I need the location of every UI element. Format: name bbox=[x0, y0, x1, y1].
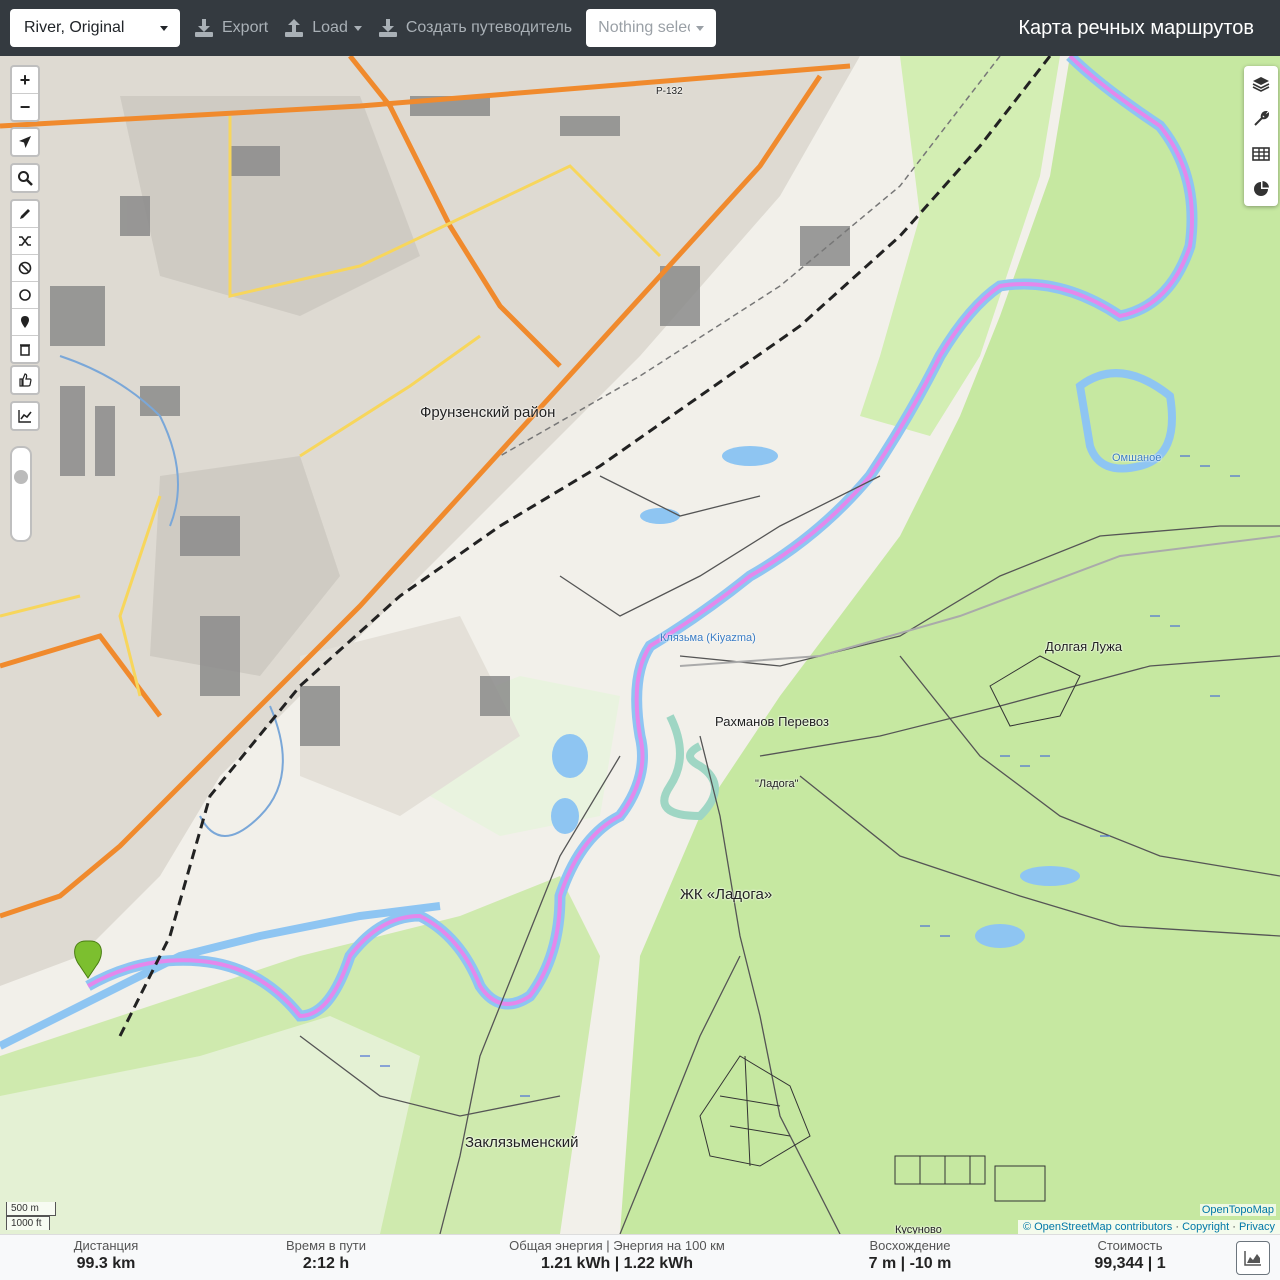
data-table-button[interactable] bbox=[1244, 136, 1278, 171]
load-button[interactable]: Load bbox=[276, 9, 370, 47]
line-chart-icon bbox=[18, 410, 32, 423]
circle-button[interactable] bbox=[12, 282, 38, 309]
stat-cost-value: 99,344 | 1 bbox=[1094, 1255, 1166, 1272]
opacity-slider-handle[interactable] bbox=[14, 470, 28, 484]
selection-dropdown[interactable]: Nothing selected bbox=[586, 9, 717, 47]
wrench-icon bbox=[1254, 110, 1270, 126]
search-control bbox=[10, 163, 40, 193]
scale-metric: 500 m bbox=[6, 1202, 56, 1216]
stat-energy-label: Общая энергия | Энергия на 100 км bbox=[509, 1238, 725, 1253]
label-zaklyazmensky: Заклязьменский bbox=[465, 1134, 579, 1151]
osm-contributors-link[interactable]: © OpenStreetMap contributors bbox=[1023, 1221, 1172, 1233]
layers-icon bbox=[1252, 76, 1270, 92]
elevation-chart-button[interactable] bbox=[12, 403, 38, 429]
profile-select-value: River, Original bbox=[24, 19, 125, 36]
shuffle-icon bbox=[19, 236, 31, 246]
app-title: Карта речных маршрутов bbox=[1018, 16, 1254, 39]
stat-energy: Общая энергия | Энергия на 100 км 1.21 k… bbox=[497, 1238, 737, 1273]
download-icon bbox=[378, 19, 397, 37]
table-icon bbox=[1252, 146, 1270, 161]
create-guide-label: Создать путеводитель bbox=[405, 19, 573, 36]
stat-distance: Дистанция 99.3 km bbox=[56, 1238, 156, 1273]
label-frunzensky: Фрунзенский район bbox=[420, 404, 556, 421]
stat-energy-value: 1.21 kWh | 1.22 kWh bbox=[540, 1255, 694, 1272]
statistics-button[interactable] bbox=[1244, 171, 1278, 206]
scale-imperial: 1000 ft bbox=[6, 1216, 50, 1230]
stat-distance-value: 99.3 km bbox=[76, 1255, 136, 1272]
chevron-down-icon bbox=[353, 25, 362, 31]
stat-time: Время в пути 2:12 h bbox=[276, 1238, 376, 1273]
upload-icon bbox=[285, 19, 304, 37]
label-dolgaya-luzha: Долгая Лужа bbox=[1045, 639, 1123, 654]
label-omshanoe: Омшаное bbox=[1112, 452, 1162, 464]
download-icon bbox=[195, 19, 213, 37]
delete-route-button[interactable] bbox=[12, 336, 38, 362]
thumbs-up-button[interactable] bbox=[12, 367, 38, 393]
zoom-in-button[interactable]: + bbox=[12, 67, 38, 94]
circle-icon bbox=[19, 289, 31, 301]
label-kusunovo: Кусуново bbox=[895, 1224, 942, 1234]
map-canvas[interactable]: Фрунзенский район Клязьма (Kiyazma) Рахм… bbox=[0, 56, 1280, 1234]
draw-toolbar bbox=[10, 199, 40, 364]
stat-ascent-value: 7 m | -10 m bbox=[868, 1255, 952, 1272]
label-rakhmanov: Рахманов Перевоз bbox=[715, 714, 829, 729]
zoom-out-button[interactable]: − bbox=[12, 94, 38, 120]
stat-distance-label: Дистанция bbox=[73, 1238, 139, 1253]
load-label: Load bbox=[312, 19, 348, 36]
elevation-profile-button[interactable] bbox=[1236, 1241, 1270, 1275]
area-chart-icon bbox=[1244, 1251, 1261, 1266]
stat-cost-label: Стоимость bbox=[1097, 1238, 1163, 1253]
search-icon bbox=[18, 171, 33, 186]
trash-icon bbox=[20, 344, 30, 356]
label-ladoga: "Ладога" bbox=[755, 778, 799, 790]
stat-ascent: Восхождение 7 m | -10 m bbox=[850, 1238, 970, 1273]
export-button[interactable]: Export bbox=[186, 9, 276, 47]
export-label: Export bbox=[222, 19, 269, 36]
layers-button[interactable] bbox=[1244, 66, 1278, 101]
stat-time-label: Время в пути bbox=[286, 1238, 366, 1253]
pie-chart-icon bbox=[1254, 180, 1269, 196]
right-control-panel bbox=[1244, 66, 1278, 206]
stat-time-value: 2:12 h bbox=[302, 1255, 350, 1272]
opacity-slider[interactable] bbox=[10, 446, 32, 542]
stat-ascent-label: Восхождение bbox=[869, 1238, 951, 1253]
share-control bbox=[10, 365, 40, 395]
stat-cost: Стоимость 99,344 | 1 bbox=[1080, 1238, 1180, 1273]
copyright-link[interactable]: Copyright bbox=[1182, 1221, 1229, 1233]
profile-select[interactable]: River, Original bbox=[10, 9, 180, 47]
selection-dropdown-value: Nothing selected bbox=[598, 19, 690, 36]
opentopomap-link[interactable]: OpenTopoMap bbox=[1199, 1204, 1276, 1216]
map-marker-icon bbox=[21, 316, 29, 328]
search-button[interactable] bbox=[12, 165, 38, 191]
settings-button[interactable] bbox=[1244, 101, 1278, 136]
label-r132: Р-132 bbox=[656, 86, 683, 97]
attribution: © OpenStreetMap contributors · Copyright… bbox=[1017, 1220, 1280, 1234]
location-arrow-icon bbox=[19, 136, 31, 148]
route-stats-bar: Дистанция 99.3 km Время в пути 2:12 h Об… bbox=[0, 1234, 1280, 1280]
no-go-area-button[interactable] bbox=[12, 255, 38, 282]
chevron-down-icon bbox=[696, 25, 705, 31]
create-guide-button[interactable]: Создать путеводитель bbox=[370, 9, 580, 47]
privacy-link[interactable]: Privacy bbox=[1239, 1221, 1275, 1233]
chevron-down-icon bbox=[160, 25, 168, 31]
label-zhk-ladoga: ЖК «Ладога» bbox=[680, 886, 773, 903]
shuffle-button[interactable] bbox=[12, 228, 38, 255]
draw-route-button[interactable] bbox=[12, 201, 38, 228]
elevation-control bbox=[10, 401, 40, 431]
zoom-control: + − bbox=[10, 65, 40, 122]
locate-control bbox=[10, 127, 40, 157]
scale-bar: 500 m 1000 ft bbox=[6, 1202, 56, 1230]
ban-icon bbox=[18, 261, 32, 275]
top-navbar: River, Original Export Load Создать путе… bbox=[0, 0, 1280, 56]
locate-button[interactable] bbox=[12, 129, 38, 155]
poi-button[interactable] bbox=[12, 309, 38, 336]
thumbs-up-icon bbox=[19, 373, 32, 387]
pencil-icon bbox=[20, 209, 30, 219]
label-klyazma: Клязьма (Kiyazma) bbox=[660, 632, 756, 644]
